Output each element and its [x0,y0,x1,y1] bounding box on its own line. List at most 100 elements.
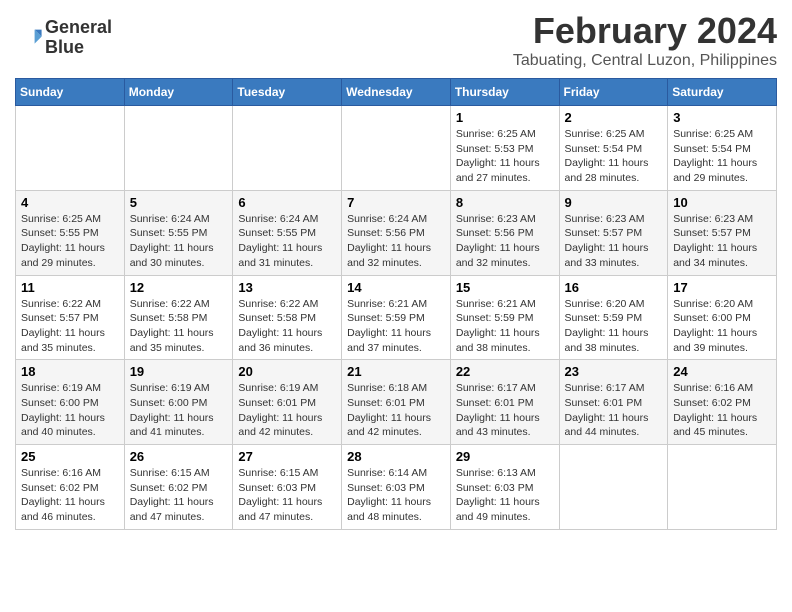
week-row-1: 4 Sunrise: 6:25 AMSunset: 5:55 PMDaylight… [16,190,777,275]
calendar-cell: 17Sunrise: 6:20 AMSunset: 6:00 PMDayligh… [668,275,777,360]
day-info: Sunrise: 6:24 AMSunset: 5:55 PMDaylight:… [238,212,336,271]
calendar-cell: 20 Sunrise: 6:19 AMSunset: 6:01 PMDayligh… [233,360,342,445]
calendar-cell: 18 Sunrise: 6:19 AMSunset: 6:00 PMDayligh… [16,360,125,445]
day-info: Sunrise: 6:21 AMSunset: 5:59 PMDaylight:… [347,297,445,356]
day-info: Sunrise: 6:22 AMSunset: 5:58 PMDaylight:… [130,297,228,356]
day-info: Sunrise: 6:19 AMSunset: 6:00 PMDaylight:… [130,381,228,440]
calendar-cell: 22 Sunrise: 6:17 AMSunset: 6:01 PMDayligh… [450,360,559,445]
day-info: Sunrise: 6:25 AMSunset: 5:53 PMDaylight:… [456,127,554,186]
calendar-cell [668,445,777,530]
day-number: 1 [456,110,554,125]
day-info: Sunrise: 6:25 AMSunset: 5:54 PMDaylight:… [565,127,663,186]
day-info: Sunrise: 6:21 AMSunset: 5:59 PMDaylight:… [456,297,554,356]
calendar-cell: 13 Sunrise: 6:22 AMSunset: 5:58 PMDayligh… [233,275,342,360]
week-row-2: 11 Sunrise: 6:22 AMSunset: 5:57 PMDayligh… [16,275,777,360]
day-number: 13 [238,280,336,295]
calendar-cell [559,445,668,530]
day-number: 2 [565,110,663,125]
day-info: Sunrise: 6:24 AMSunset: 5:55 PMDaylight:… [130,212,228,271]
calendar-cell: 28 Sunrise: 6:14 AMSunset: 6:03 PMDayligh… [342,445,451,530]
logo-text: General Blue [45,18,112,58]
day-number: 25 [21,449,119,464]
day-number: 11 [21,280,119,295]
calendar-cell: 24Sunrise: 6:16 AMSunset: 6:02 PMDayligh… [668,360,777,445]
day-info: Sunrise: 6:23 AMSunset: 5:57 PMDaylight:… [673,212,771,271]
calendar-cell: 19 Sunrise: 6:19 AMSunset: 6:00 PMDayligh… [124,360,233,445]
week-row-0: 1 Sunrise: 6:25 AMSunset: 5:53 PMDaylight… [16,106,777,191]
calendar-cell: 27 Sunrise: 6:15 AMSunset: 6:03 PMDayligh… [233,445,342,530]
day-number: 24 [673,364,771,379]
calendar-cell: 15 Sunrise: 6:21 AMSunset: 5:59 PMDayligh… [450,275,559,360]
day-number: 17 [673,280,771,295]
day-number: 20 [238,364,336,379]
day-number: 29 [456,449,554,464]
day-number: 10 [673,195,771,210]
logo-icon [15,24,43,52]
calendar-cell: 9 Sunrise: 6:23 AMSunset: 5:57 PMDaylight… [559,190,668,275]
logo-line1: General [45,18,112,38]
day-info: Sunrise: 6:23 AMSunset: 5:57 PMDaylight:… [565,212,663,271]
calendar-header-row: SundayMondayTuesdayWednesdayThursdayFrid… [16,79,777,106]
day-number: 27 [238,449,336,464]
calendar-cell: 3 Sunrise: 6:25 AMSunset: 5:54 PMDaylight… [668,106,777,191]
day-number: 6 [238,195,336,210]
day-number: 9 [565,195,663,210]
day-info: Sunrise: 6:17 AMSunset: 6:01 PMDaylight:… [456,381,554,440]
day-number: 19 [130,364,228,379]
header: General Blue February 2024 Tabuating, Ce… [15,10,777,70]
calendar-cell [342,106,451,191]
week-row-4: 25Sunrise: 6:16 AMSunset: 6:02 PMDayligh… [16,445,777,530]
calendar-cell: 6 Sunrise: 6:24 AMSunset: 5:55 PMDaylight… [233,190,342,275]
header-thursday: Thursday [450,79,559,106]
calendar-cell: 2 Sunrise: 6:25 AMSunset: 5:54 PMDaylight… [559,106,668,191]
day-number: 4 [21,195,119,210]
day-number: 14 [347,280,445,295]
day-info: Sunrise: 6:24 AMSunset: 5:56 PMDaylight:… [347,212,445,271]
day-info: Sunrise: 6:25 AMSunset: 5:55 PMDaylight:… [21,212,119,271]
calendar-cell: 10 Sunrise: 6:23 AMSunset: 5:57 PMDayligh… [668,190,777,275]
calendar-cell: 11 Sunrise: 6:22 AMSunset: 5:57 PMDayligh… [16,275,125,360]
calendar-cell: 23 Sunrise: 6:17 AMSunset: 6:01 PMDayligh… [559,360,668,445]
calendar-cell: 5Sunrise: 6:24 AMSunset: 5:55 PMDaylight… [124,190,233,275]
calendar-cell: 12Sunrise: 6:22 AMSunset: 5:58 PMDayligh… [124,275,233,360]
day-info: Sunrise: 6:20 AMSunset: 5:59 PMDaylight:… [565,297,663,356]
day-number: 28 [347,449,445,464]
day-number: 15 [456,280,554,295]
day-info: Sunrise: 6:18 AMSunset: 6:01 PMDaylight:… [347,381,445,440]
logo-line2: Blue [45,38,112,58]
calendar-cell: 4 Sunrise: 6:25 AMSunset: 5:55 PMDaylight… [16,190,125,275]
calendar-cell: 26 Sunrise: 6:15 AMSunset: 6:02 PMDayligh… [124,445,233,530]
calendar-cell: 1 Sunrise: 6:25 AMSunset: 5:53 PMDaylight… [450,106,559,191]
day-number: 7 [347,195,445,210]
calendar-cell: 21 Sunrise: 6:18 AMSunset: 6:01 PMDayligh… [342,360,451,445]
day-number: 3 [673,110,771,125]
header-tuesday: Tuesday [233,79,342,106]
day-info: Sunrise: 6:17 AMSunset: 6:01 PMDaylight:… [565,381,663,440]
day-info: Sunrise: 6:19 AMSunset: 6:01 PMDaylight:… [238,381,336,440]
day-info: Sunrise: 6:19 AMSunset: 6:00 PMDaylight:… [21,381,119,440]
day-info: Sunrise: 6:25 AMSunset: 5:54 PMDaylight:… [673,127,771,186]
day-info: Sunrise: 6:22 AMSunset: 5:58 PMDaylight:… [238,297,336,356]
day-number: 16 [565,280,663,295]
day-number: 22 [456,364,554,379]
day-info: Sunrise: 6:22 AMSunset: 5:57 PMDaylight:… [21,297,119,356]
day-info: Sunrise: 6:13 AMSunset: 6:03 PMDaylight:… [456,466,554,525]
day-info: Sunrise: 6:15 AMSunset: 6:03 PMDaylight:… [238,466,336,525]
day-number: 18 [21,364,119,379]
calendar-table: SundayMondayTuesdayWednesdayThursdayFrid… [15,78,777,530]
day-info: Sunrise: 6:23 AMSunset: 5:56 PMDaylight:… [456,212,554,271]
calendar-cell [16,106,125,191]
calendar-cell: 29 Sunrise: 6:13 AMSunset: 6:03 PMDayligh… [450,445,559,530]
subtitle: Tabuating, Central Luzon, Philippines [513,52,777,70]
day-number: 21 [347,364,445,379]
day-number: 23 [565,364,663,379]
header-friday: Friday [559,79,668,106]
day-number: 26 [130,449,228,464]
header-saturday: Saturday [668,79,777,106]
title-section: February 2024 Tabuating, Central Luzon, … [513,10,777,70]
day-info: Sunrise: 6:14 AMSunset: 6:03 PMDaylight:… [347,466,445,525]
day-info: Sunrise: 6:15 AMSunset: 6:02 PMDaylight:… [130,466,228,525]
calendar-cell: 8Sunrise: 6:23 AMSunset: 5:56 PMDaylight… [450,190,559,275]
logo: General Blue [15,18,112,58]
calendar-cell: 25Sunrise: 6:16 AMSunset: 6:02 PMDayligh… [16,445,125,530]
